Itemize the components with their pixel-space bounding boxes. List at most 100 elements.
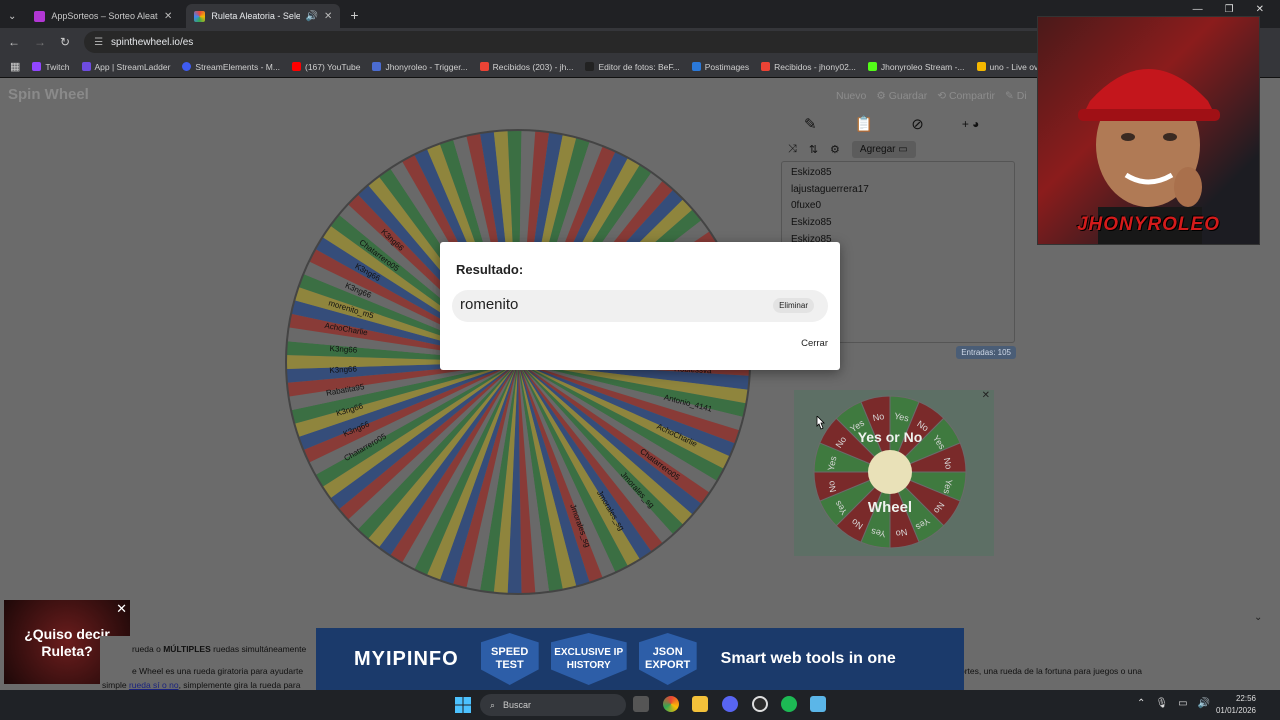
ad-caption-top: Yes or No	[858, 429, 923, 445]
forward-icon[interactable]: →	[34, 35, 46, 49]
pencil-icon[interactable]: ✎	[804, 115, 817, 133]
bookmark-gmail-2[interactable]: Recibidos - jhony02...	[761, 62, 856, 72]
editor-tools: ⤨ ⇅ ⚙ Agregar ▭	[778, 138, 1018, 160]
settings-gear-icon[interactable]: ⚙	[830, 143, 840, 156]
youtube-icon	[291, 62, 301, 71]
hand-cursor-icon	[816, 416, 825, 430]
browser-tab-appsorteos[interactable]: AppSorteos – Sorteo Aleatorio ✕	[26, 4, 180, 28]
gmail-icon	[761, 62, 771, 71]
obs-icon[interactable]	[752, 696, 768, 712]
result-dialog: Resultado: romenito Eliminar Cerrar	[440, 242, 840, 370]
entries-count-badge: Entradas: 105	[956, 346, 1016, 359]
site-logo[interactable]: Spin Wheel	[8, 86, 89, 103]
network-icon[interactable]: ▭	[1178, 698, 1187, 709]
system-tray: ⌃ 🎙 ▭ 🔊	[1137, 698, 1210, 709]
bookmark-befunky[interactable]: Editor de fotos: BeF...	[585, 62, 680, 72]
yes-no-wheel-ad[interactable]: Yes No Yes No Yes No Yes No Yes No Yes No Yes No Yes No…	[794, 390, 994, 556]
webcam-overlay: JHONYROLEO	[1037, 16, 1260, 245]
clipboard-icon[interactable]: 📋	[855, 115, 874, 133]
windows-taskbar: ⌕ Buscar ⌃ 🎙 ▭ 🔊 22:56 01/01/2026	[0, 690, 1280, 720]
add-image-button[interactable]: Agregar ▭	[851, 140, 916, 158]
postimages-icon	[691, 62, 701, 71]
hide-icon[interactable]: ⊘	[911, 115, 924, 133]
microphone-icon[interactable]: 🎙	[1155, 698, 1168, 709]
speaker-icon[interactable]: 🔊	[306, 11, 318, 22]
search-icon: ⌕	[490, 699, 496, 710]
new-button[interactable]: Nuevo	[836, 90, 866, 102]
close-tab-icon[interactable]: ✕	[164, 11, 172, 22]
streamladder-icon	[81, 62, 91, 71]
bookmark-streamelements[interactable]: StreamElements - M...	[182, 62, 280, 72]
ad-close-icon[interactable]: ✕	[982, 390, 990, 401]
sort-icon[interactable]: ⇅	[809, 143, 818, 156]
windows-start-icon[interactable]	[455, 697, 471, 713]
bookmark-streamladder[interactable]: App | StreamLadder	[81, 62, 170, 72]
promo-close-icon[interactable]: ✕	[116, 601, 127, 617]
bookmark-postimages[interactable]: Postimages	[691, 62, 749, 72]
chrome-icon[interactable]	[663, 696, 679, 712]
site-info-icon[interactable]: ☰	[94, 37, 103, 48]
share-button[interactable]: ⟲ Compartir	[937, 90, 995, 102]
gmail-icon	[479, 62, 489, 71]
banner-tagline: Smart web tools in one	[720, 650, 896, 667]
json-export-badge: JSON EXPORT	[638, 633, 697, 685]
maximize-icon[interactable]: ❐	[1225, 4, 1234, 15]
close-window-icon[interactable]: ✕	[1256, 4, 1264, 15]
url-text: spinthewheel.io/es	[111, 36, 194, 48]
wheel-hub	[868, 450, 912, 494]
minimize-icon[interactable]: —	[1193, 4, 1203, 15]
bookmark-twitch[interactable]: Twitch	[32, 62, 70, 72]
add-color-icon[interactable]: + ◕	[962, 117, 980, 131]
close-dialog-button[interactable]: Cerrar	[801, 338, 828, 349]
save-button[interactable]: ⚙ Guardar	[876, 90, 927, 102]
banner-brand: MYIPINFO	[354, 647, 459, 670]
shuffle-icon[interactable]: ⤨	[788, 143, 797, 156]
collapse-chevron-icon[interactable]: ⌄	[1254, 612, 1262, 623]
befunky-icon	[585, 62, 595, 71]
reload-icon[interactable]: ↻	[60, 35, 70, 49]
myipinfo-banner-ad[interactable]: MYIPINFO SPEED TEST EXCLUSIVE IP HISTORY…	[316, 628, 964, 690]
ad-caption-bottom: Wheel	[868, 499, 912, 516]
notepad-icon[interactable]	[810, 696, 826, 712]
remove-winner-button[interactable]: Eliminar	[773, 298, 814, 313]
result-title: Resultado:	[456, 262, 524, 277]
appsorteos-favicon-icon	[34, 10, 46, 22]
result-row: romenito Eliminar	[452, 290, 828, 322]
yes-no-link[interactable]: rueda sí o no	[129, 680, 179, 690]
bookmark-trigger[interactable]: Jhonyroleo - Trigger...	[372, 62, 468, 72]
discord-icon[interactable]	[722, 696, 738, 712]
close-tab-icon[interactable]: ✕	[324, 11, 332, 22]
task-view-icon[interactable]	[633, 696, 649, 712]
bookmark-gmail-1[interactable]: Recibidos (203) - jh...	[479, 62, 573, 72]
wheel-entry-label: K3ng66	[329, 344, 358, 355]
taskbar-search[interactable]: ⌕ Buscar	[480, 694, 626, 716]
apps-grid-icon[interactable]: ▦	[10, 60, 20, 73]
taskbar-clock[interactable]: 22:56 01/01/2026	[1216, 693, 1256, 717]
bookmark-youtube[interactable]: (167) YouTube	[291, 62, 360, 72]
wheel-entry-label: K3ng66	[329, 364, 358, 375]
winner-name: romenito	[460, 296, 519, 313]
entry-line: Eskizo85	[791, 217, 832, 229]
streamer-figure	[1078, 69, 1220, 244]
entry-line: Eskizo85	[791, 167, 832, 178]
description-line-2: e Wheel es una rueda giratoria para ayud…	[132, 666, 304, 676]
yes-no-wheel-graphic: YesNoYesNoYesNoYesNoYesNoYesNo YesNoYesNo…	[813, 395, 967, 549]
tray-chevron-icon[interactable]: ⌃	[1137, 698, 1145, 709]
uno-icon	[976, 62, 986, 71]
tab-search-icon[interactable]: ⌄	[8, 11, 16, 22]
window-controls: — ❐ ✕	[1193, 4, 1280, 15]
bookmark-kick[interactable]: Jhonyroleo Stream -...	[867, 62, 965, 72]
file-explorer-icon[interactable]	[692, 696, 708, 712]
back-icon[interactable]: ←	[8, 35, 20, 49]
top-actions: Nuevo ⚙ Guardar ⟲ Compartir ✎ Di	[836, 90, 1027, 102]
twitch-icon	[32, 62, 42, 71]
streamelements-icon	[182, 62, 192, 71]
description-line-3: simple rueda sí o no, simplemente gira l…	[102, 680, 301, 690]
entry-line: 0fuxe0	[791, 200, 822, 212]
volume-icon[interactable]: 🔊	[1198, 698, 1210, 709]
browser-tab-ruleta[interactable]: Ruleta Aleatoria - Selector de 🔊 ✕	[186, 4, 341, 28]
new-tab-icon[interactable]: +	[350, 7, 358, 23]
spotify-icon[interactable]	[781, 696, 797, 712]
tab-title: AppSorteos – Sorteo Aleatorio	[51, 11, 158, 21]
more-button[interactable]: ✎ Di	[1005, 90, 1027, 102]
